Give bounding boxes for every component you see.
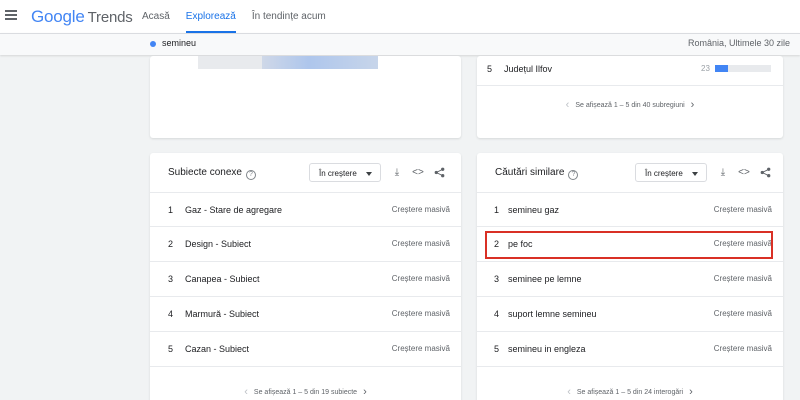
related-topics-filter-label: În creștere <box>319 169 357 178</box>
list-item[interactable]: 2 pe foc Creștere masivă <box>477 227 783 262</box>
region-pager: ‹ Se afișează 1 – 5 din 40 subregiuni › <box>477 99 783 111</box>
list-item[interactable]: 4 suport lemne semineu Creștere masivă <box>477 297 783 332</box>
related-topics-pager-label: Se afișează 1 – 5 din 19 subiecte <box>253 389 358 396</box>
list-item-value: Creștere masivă <box>391 205 450 214</box>
related-queries-filter-label: În creștere <box>645 169 683 178</box>
list-item-rank: 3 <box>168 274 174 284</box>
related-queries-filter-dropdown[interactable]: În creștere <box>635 163 707 182</box>
help-icon[interactable]: ? <box>568 170 579 180</box>
region-pager-label: Se afișează 1 – 5 din 40 subregiuni <box>575 102 685 109</box>
list-item-rank: 2 <box>168 239 174 249</box>
prev-page-icon[interactable]: ‹ <box>566 99 570 111</box>
search-term-bar: semineu România, Ultimele 30 zile <box>0 33 800 55</box>
list-item[interactable]: 1 semineu gaz Creștere masivă <box>477 192 783 227</box>
help-icon[interactable]: ? <box>245 170 256 180</box>
related-queries-list: 1 semineu gaz Creștere masivă 2 pe foc C… <box>477 192 783 367</box>
region-rank: 5 <box>487 64 493 74</box>
logo-google: Google <box>31 7 85 26</box>
list-item-rank: 2 <box>494 239 500 249</box>
region-name: Județul Ilfov <box>504 64 553 74</box>
list-item-value: Creștere masivă <box>713 344 772 353</box>
list-item-value: Creștere masivă <box>713 239 772 248</box>
list-item[interactable]: 2 Design - Subiect Creștere masivă <box>150 227 461 262</box>
interest-by-region-list-card: 5 Județul Ilfov 23 ‹ Se afișează 1 – 5 di… <box>477 56 783 138</box>
logo-trends: Trends <box>87 9 133 26</box>
region-row[interactable]: 5 Județul Ilfov 23 <box>477 56 783 86</box>
search-term-label[interactable]: semineu <box>162 38 196 48</box>
list-item-value: Creștere masivă <box>713 205 772 214</box>
download-icon[interactable]: ⤓ <box>391 167 403 179</box>
related-queries-pager: ‹ Se afișează 1 – 5 din 24 interogări › <box>477 386 783 398</box>
region-value: 23 <box>701 64 710 73</box>
region-map[interactable] <box>198 56 378 69</box>
related-topics-card: Subiecte conexe? În creștere ⤓ <> 1 Gaz … <box>150 153 461 400</box>
list-item-rank: 5 <box>494 344 500 354</box>
list-item-label: semineu gaz <box>508 205 560 215</box>
list-item[interactable]: 4 Marmură - Subiect Creștere masivă <box>150 297 461 332</box>
list-item-value: Creștere masivă <box>713 274 772 283</box>
prev-page-icon[interactable]: ‹ <box>567 386 571 398</box>
interest-by-region-map-card <box>150 56 461 138</box>
list-item-label: seminee pe lemne <box>508 274 582 284</box>
related-topics-title-text: Subiecte conexe <box>168 167 242 178</box>
related-queries-title: Căutări similare? <box>495 167 579 180</box>
chevron-down-icon <box>692 172 698 176</box>
list-item-rank: 1 <box>494 205 500 215</box>
list-item-rank: 4 <box>168 309 174 319</box>
main-nav: Acasă Explorează În tendințe acum <box>142 0 342 33</box>
related-queries-title-text: Căutări similare <box>495 167 565 178</box>
next-page-icon[interactable]: › <box>689 386 693 398</box>
related-topics-pager: ‹ Se afișează 1 – 5 din 19 subiecte › <box>150 386 461 398</box>
list-item[interactable]: 1 Gaz - Stare de agregare Creștere masiv… <box>150 192 461 227</box>
list-item-value: Creștere masivă <box>391 274 450 283</box>
next-page-icon[interactable]: › <box>691 99 695 111</box>
hamburger-menu-icon[interactable] <box>5 10 17 20</box>
list-item-value: Creștere masivă <box>713 309 772 318</box>
list-item[interactable]: 3 seminee pe lemne Creștere masivă <box>477 262 783 297</box>
list-item-label: Canapea - Subiect <box>185 274 260 284</box>
nav-trending-now[interactable]: În tendințe acum <box>252 0 334 33</box>
list-item-label: Cazan - Subiect <box>185 344 250 354</box>
list-item-label: Gaz - Stare de agregare <box>185 205 283 215</box>
related-topics-list: 1 Gaz - Stare de agregare Creștere masiv… <box>150 192 461 367</box>
nav-home[interactable]: Acasă <box>142 0 178 33</box>
related-queries-card: Căutări similare? În creștere ⤓ <> 1 sem… <box>477 153 783 400</box>
related-topics-title: Subiecte conexe? <box>168 167 256 180</box>
list-item-value: Creștere masivă <box>391 239 450 248</box>
list-item-label: Design - Subiect <box>185 239 252 249</box>
list-item-rank: 4 <box>494 309 500 319</box>
embed-icon[interactable]: <> <box>738 167 750 179</box>
share-icon[interactable] <box>433 167 445 179</box>
list-item-label: Marmură - Subiect <box>185 309 260 319</box>
region-period-label[interactable]: România, Ultimele 30 zile <box>688 38 790 48</box>
chevron-down-icon <box>366 172 372 176</box>
download-icon[interactable]: ⤓ <box>717 167 729 179</box>
list-item-label: semineu in engleza <box>508 344 586 354</box>
region-interest-bar <box>715 65 771 72</box>
related-queries-pager-label: Se afișează 1 – 5 din 24 interogări <box>576 389 684 396</box>
list-item-label: suport lemne semineu <box>508 309 597 319</box>
share-icon[interactable] <box>759 167 771 179</box>
next-page-icon[interactable]: › <box>363 386 367 398</box>
top-bar: Google Trends Acasă Explorează În tendinț… <box>0 0 800 33</box>
list-item[interactable]: 3 Canapea - Subiect Creștere masivă <box>150 262 461 297</box>
related-topics-filter-dropdown[interactable]: În creștere <box>309 163 381 182</box>
nav-explore[interactable]: Explorează <box>185 0 244 33</box>
list-item-label: pe foc <box>508 239 533 249</box>
prev-page-icon[interactable]: ‹ <box>244 386 248 398</box>
list-item-rank: 5 <box>168 344 174 354</box>
list-item[interactable]: 5 semineu in engleza Creștere masivă <box>477 332 783 367</box>
list-item-value: Creștere masivă <box>391 344 450 353</box>
list-item-value: Creștere masivă <box>391 309 450 318</box>
region-interest-bar-fill <box>715 65 728 72</box>
google-trends-logo[interactable]: Google Trends <box>31 7 133 27</box>
embed-icon[interactable]: <> <box>412 167 424 179</box>
list-item[interactable]: 5 Cazan - Subiect Creștere masivă <box>150 332 461 367</box>
term-color-dot <box>150 41 156 47</box>
list-item-rank: 3 <box>494 274 500 284</box>
list-item-rank: 1 <box>168 205 174 215</box>
